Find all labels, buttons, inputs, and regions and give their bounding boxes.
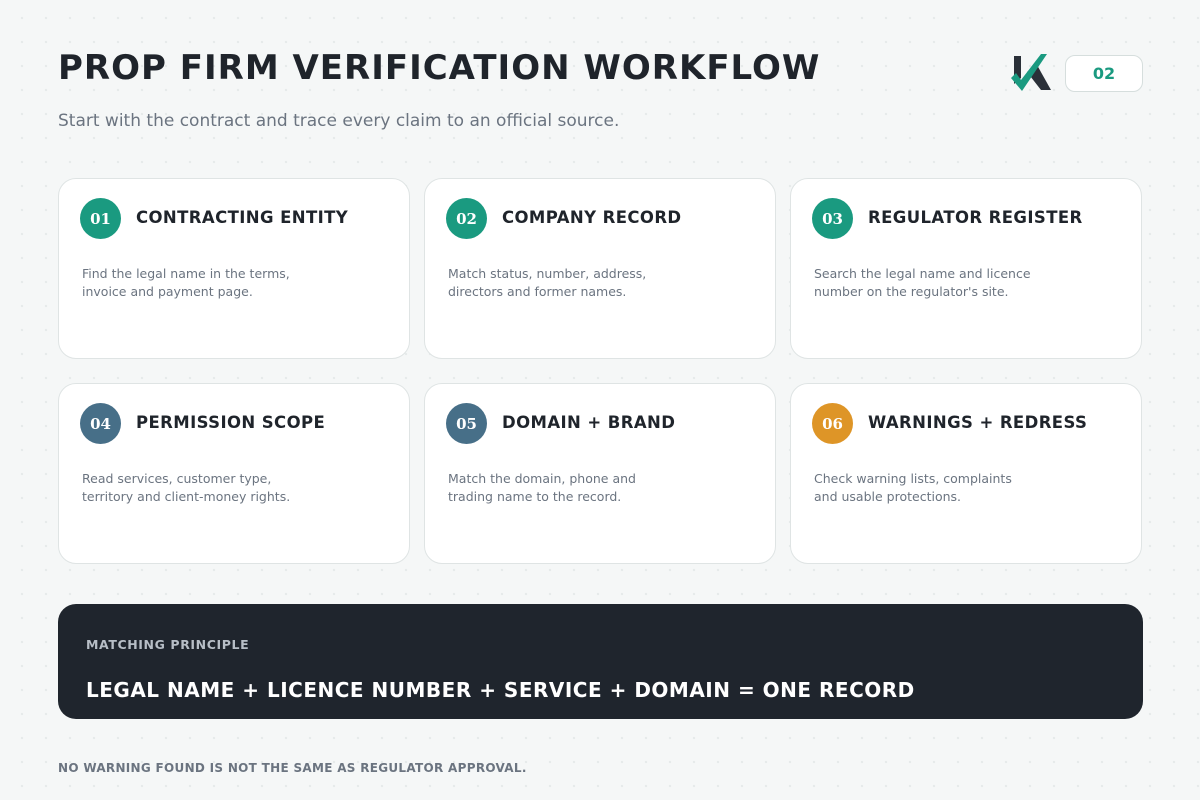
page-title: PROP FIRM VERIFICATION WORKFLOW — [58, 48, 821, 88]
step-description-line: number on the regulator's site. — [814, 284, 1009, 299]
step-description-line: territory and client-money rights. — [82, 489, 291, 504]
step-description: Find the legal name in the terms, invoic… — [82, 265, 342, 301]
step-description-line: Match the domain, phone and — [448, 471, 636, 486]
step-description: Search the legal name and licence number… — [814, 265, 1074, 301]
step-card-permission-scope: 04 PERMISSION SCOPE Read services, custo… — [58, 383, 410, 564]
step-description-line: trading name to the record. — [448, 489, 622, 504]
step-description-line: directors and former names. — [448, 284, 627, 299]
step-description: Match status, number, address, directors… — [448, 265, 708, 301]
step-card-regulator-register: 03 REGULATOR REGISTER Search the legal n… — [790, 178, 1142, 359]
step-description-line: Search the legal name and licence — [814, 266, 1031, 281]
step-card-company-record: 02 COMPANY RECORD Match status, number, … — [424, 178, 776, 359]
matching-principle-formula: LEGAL NAME + LICENCE NUMBER + SERVICE + … — [86, 678, 915, 702]
step-description: Match the domain, phone and trading name… — [448, 470, 708, 506]
step-description-line: Read services, customer type, — [82, 471, 272, 486]
step-description-line: Find the legal name in the terms, — [82, 266, 290, 281]
step-number-badge: 06 — [812, 403, 853, 444]
step-title: CONTRACTING ENTITY — [136, 208, 349, 227]
step-card-warnings-redress: 06 WARNINGS + REDRESS Check warning list… — [790, 383, 1142, 564]
step-description-line: and usable protections. — [814, 489, 961, 504]
step-number-badge: 03 — [812, 198, 853, 239]
step-title: REGULATOR REGISTER — [868, 208, 1083, 227]
step-description-line: Match status, number, address, — [448, 266, 647, 281]
step-description-line: Check warning lists, complaints — [814, 471, 1012, 486]
step-title: PERMISSION SCOPE — [136, 413, 326, 432]
matching-principle-panel: MATCHING PRINCIPLE LEGAL NAME + LICENCE … — [58, 604, 1143, 719]
step-title: DOMAIN + BRAND — [502, 413, 676, 432]
step-description: Read services, customer type, territory … — [82, 470, 342, 506]
step-number-badge: 04 — [80, 403, 121, 444]
footer-note: NO WARNING FOUND IS NOT THE SAME AS REGU… — [58, 761, 527, 775]
page-subtitle: Start with the contract and trace every … — [58, 111, 620, 131]
matching-principle-label: MATCHING PRINCIPLE — [86, 637, 250, 652]
step-card-domain-brand: 05 DOMAIN + BRAND Match the domain, phon… — [424, 383, 776, 564]
step-number-badge: 02 — [446, 198, 487, 239]
step-number-badge: 05 — [446, 403, 487, 444]
k-checkmark-logo — [1011, 54, 1051, 91]
page-number-badge: 02 — [1065, 55, 1143, 92]
step-card-contracting-entity: 01 CONTRACTING ENTITY Find the legal nam… — [58, 178, 410, 359]
step-description: Check warning lists, complaints and usab… — [814, 470, 1074, 506]
step-description-line: invoice and payment page. — [82, 284, 253, 299]
step-title: COMPANY RECORD — [502, 208, 682, 227]
step-title: WARNINGS + REDRESS — [868, 413, 1088, 432]
step-number-badge: 01 — [80, 198, 121, 239]
